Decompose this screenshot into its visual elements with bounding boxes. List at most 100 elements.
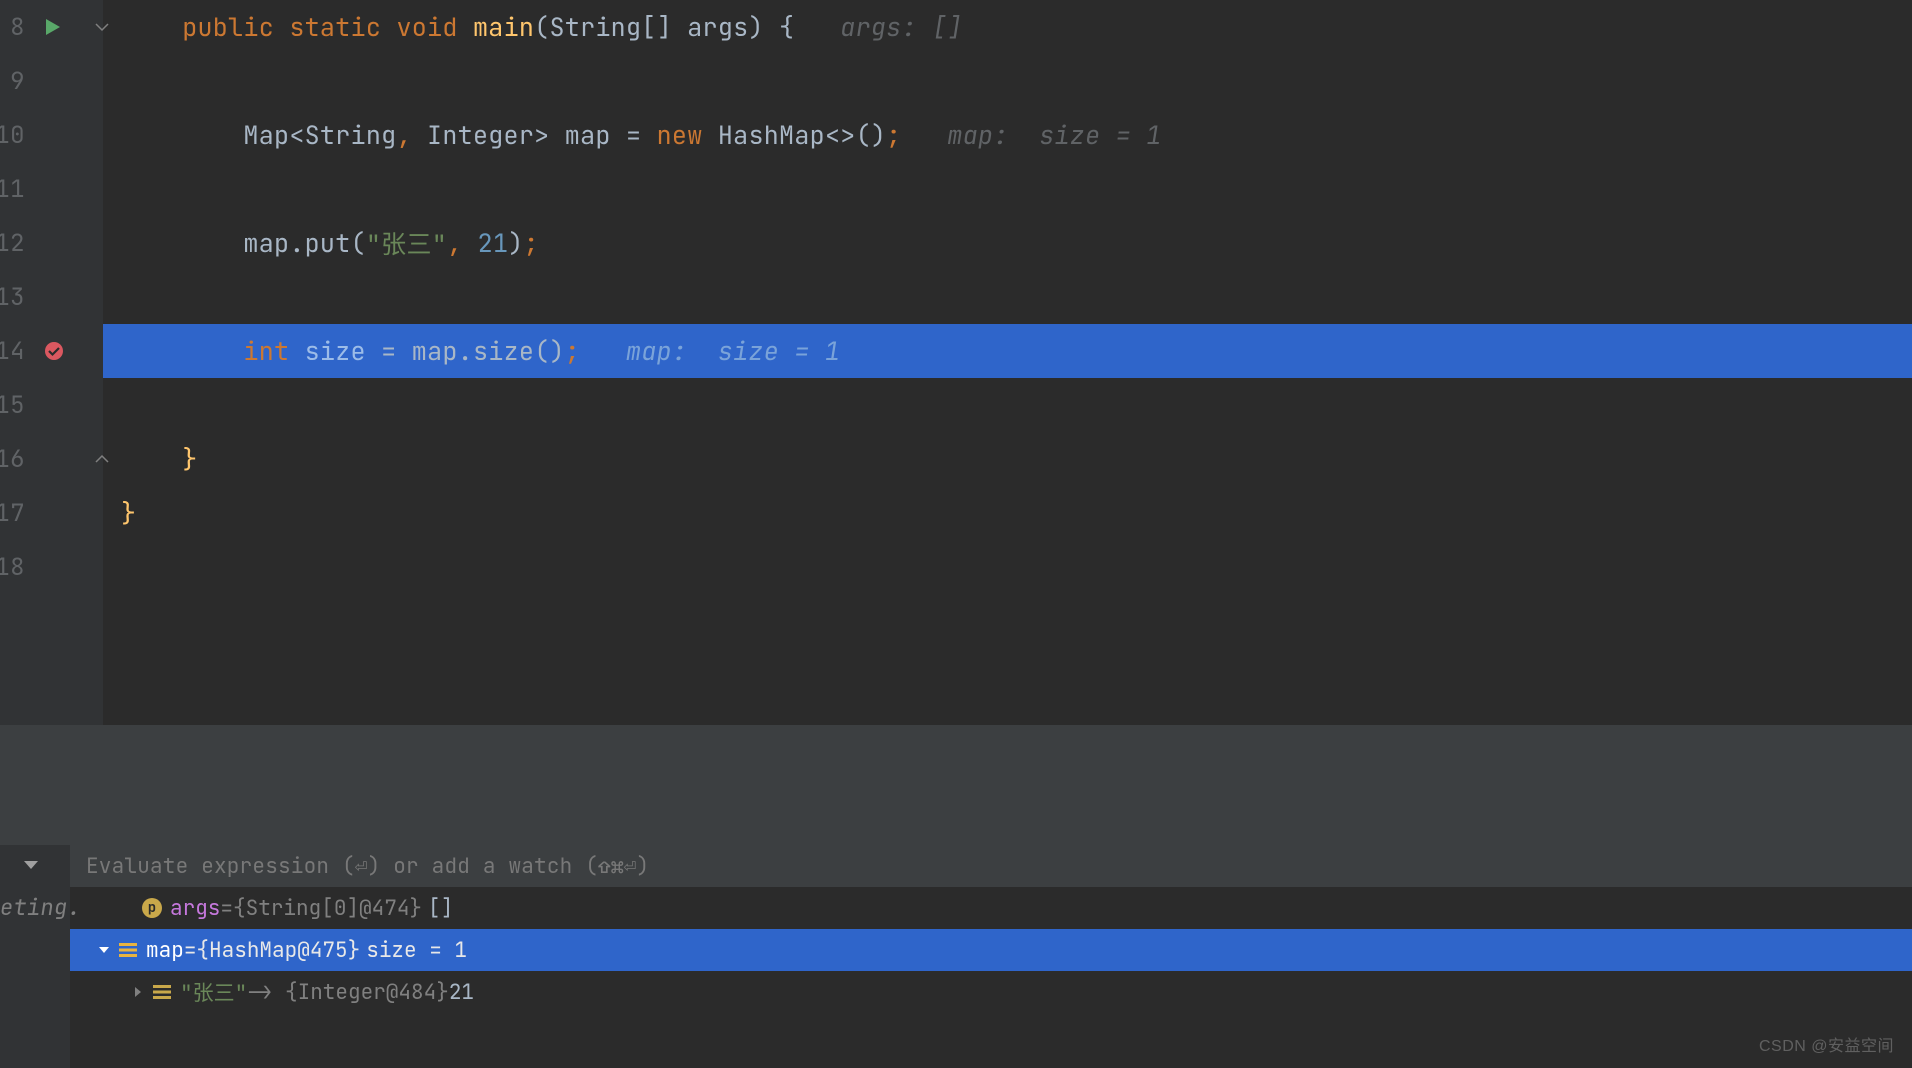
type: Map <box>243 118 289 152</box>
punct: ; <box>886 118 901 152</box>
variable-name: map <box>146 937 184 964</box>
inlay-hint: map: size = 1 <box>626 334 840 368</box>
keyword: static <box>289 10 381 44</box>
punct: [] <box>641 10 672 44</box>
brace: { <box>779 10 794 44</box>
code-line[interactable] <box>103 378 1912 432</box>
variable-extra: size = 1 <box>366 937 467 964</box>
method-call: size <box>473 334 534 368</box>
parameter-badge-icon: p <box>142 898 162 918</box>
evaluate-expression-input[interactable]: Evaluate expression (⏎) or add a watch (… <box>70 845 1912 887</box>
string: "张三" <box>366 225 447 261</box>
code-area[interactable]: public static void main(String[] args) {… <box>103 0 1912 725</box>
list-icon <box>152 982 172 1002</box>
code-line[interactable]: } <box>103 432 1912 486</box>
punct: . <box>289 226 304 260</box>
settings-dropdown-icon[interactable] <box>23 859 39 871</box>
gutter-row: 18 <box>0 540 103 594</box>
code-line[interactable]: map.put("张三", 21); <box>103 216 1912 270</box>
punct: ) <box>508 226 523 260</box>
line-number: 9 <box>10 66 25 97</box>
gutter-row: 8 <box>0 0 103 54</box>
brace: } <box>182 442 197 476</box>
gutter: 8 9 10 11 12 13 14 15 16 17 18 <box>0 0 104 725</box>
type: String <box>549 10 641 44</box>
code-editor[interactable]: 8 9 10 11 12 13 14 15 16 17 18 <box>0 0 1912 725</box>
code-line[interactable] <box>103 54 1912 108</box>
keyword: public <box>182 10 274 44</box>
expand-arrow-icon[interactable] <box>90 943 118 957</box>
number: 21 <box>478 226 509 260</box>
code-line[interactable]: } <box>103 486 1912 540</box>
identifier: map <box>565 118 611 152</box>
punct: () <box>856 118 887 152</box>
gutter-row: 15 <box>0 378 103 432</box>
identifier: size <box>305 334 366 368</box>
code-line[interactable] <box>103 270 1912 324</box>
line-number: 18 <box>0 552 25 583</box>
debug-variables-area: Evaluate expression (⏎) or add a watch (… <box>70 845 1912 1068</box>
debug-side-column: eting. <box>0 845 70 1068</box>
punct: ( <box>534 10 549 44</box>
code-line[interactable]: public static void main(String[] args) {… <box>103 0 1912 54</box>
variable-value: {String[0]@474} <box>233 895 422 922</box>
punct: ; <box>524 226 539 260</box>
code-line[interactable] <box>103 540 1912 594</box>
variable-value: {HashMap@475} <box>196 937 360 964</box>
punct: . <box>458 334 473 368</box>
breakpoint-checked-icon[interactable] <box>44 341 64 361</box>
variable-eq: = <box>184 937 197 964</box>
gutter-row: 10 <box>0 108 103 162</box>
variable-row[interactable]: "张三" -> {Integer@484} 21 <box>70 971 1912 1013</box>
expand-arrow-icon[interactable] <box>124 985 152 999</box>
punct: > <box>534 118 549 152</box>
variable-row[interactable]: ▸ p args = {String[0]@474} [] <box>70 887 1912 929</box>
line-number: 17 <box>0 498 25 529</box>
gutter-row: 12 <box>0 216 103 270</box>
variable-name: args <box>170 895 220 922</box>
keyword: int <box>243 334 289 368</box>
variable-eq: = <box>220 895 233 922</box>
debug-panel: eting. Evaluate expression (⏎) or add a … <box>0 845 1912 1068</box>
method-name: main <box>473 10 534 44</box>
punct: () <box>534 334 565 368</box>
line-number: 10 <box>0 120 25 151</box>
brace: } <box>121 496 136 530</box>
variable-value: -> {Integer@484} <box>247 979 449 1006</box>
gutter-row: 17 <box>0 486 103 540</box>
inlay-hint: map: size = 1 <box>947 118 1161 152</box>
gutter-row: 11 <box>0 162 103 216</box>
op: = <box>381 334 396 368</box>
type: String <box>305 118 397 152</box>
gutter-row: 9 <box>0 54 103 108</box>
line-number: 11 <box>0 174 25 205</box>
keyword: void <box>396 10 457 44</box>
line-number: 15 <box>0 390 25 421</box>
identifier: map <box>412 334 458 368</box>
line-number: 16 <box>0 444 25 475</box>
code-line[interactable]: Map<String, Integer> map = new HashMap<>… <box>103 108 1912 162</box>
line-number: 12 <box>0 228 25 259</box>
run-icon[interactable] <box>44 18 62 36</box>
line-number: 13 <box>0 282 25 313</box>
variable-extra: 21 <box>449 979 474 1006</box>
gutter-row: 16 <box>0 432 103 486</box>
variable-row-selected[interactable]: map = {HashMap@475} size = 1 <box>70 929 1912 971</box>
line-number: 14 <box>0 336 25 367</box>
op: = <box>626 118 641 152</box>
type: Integer <box>427 118 534 152</box>
type: HashMap <box>718 118 825 152</box>
punct: <> <box>825 118 856 152</box>
gutter-row: 13 <box>0 270 103 324</box>
variable-key: "张三" <box>180 977 247 1007</box>
line-number: 8 <box>10 12 25 43</box>
code-line[interactable] <box>103 162 1912 216</box>
truncated-label: eting. <box>0 893 81 922</box>
gutter-row: 14 <box>0 324 103 378</box>
watermark: CSDN @安益空间 <box>1759 1032 1894 1056</box>
punct: ; <box>565 334 580 368</box>
keyword: new <box>657 118 703 152</box>
execution-line[interactable]: int size = map.size(); map: size = 1 <box>103 324 1912 378</box>
list-icon <box>118 940 138 960</box>
punct: < <box>289 118 304 152</box>
